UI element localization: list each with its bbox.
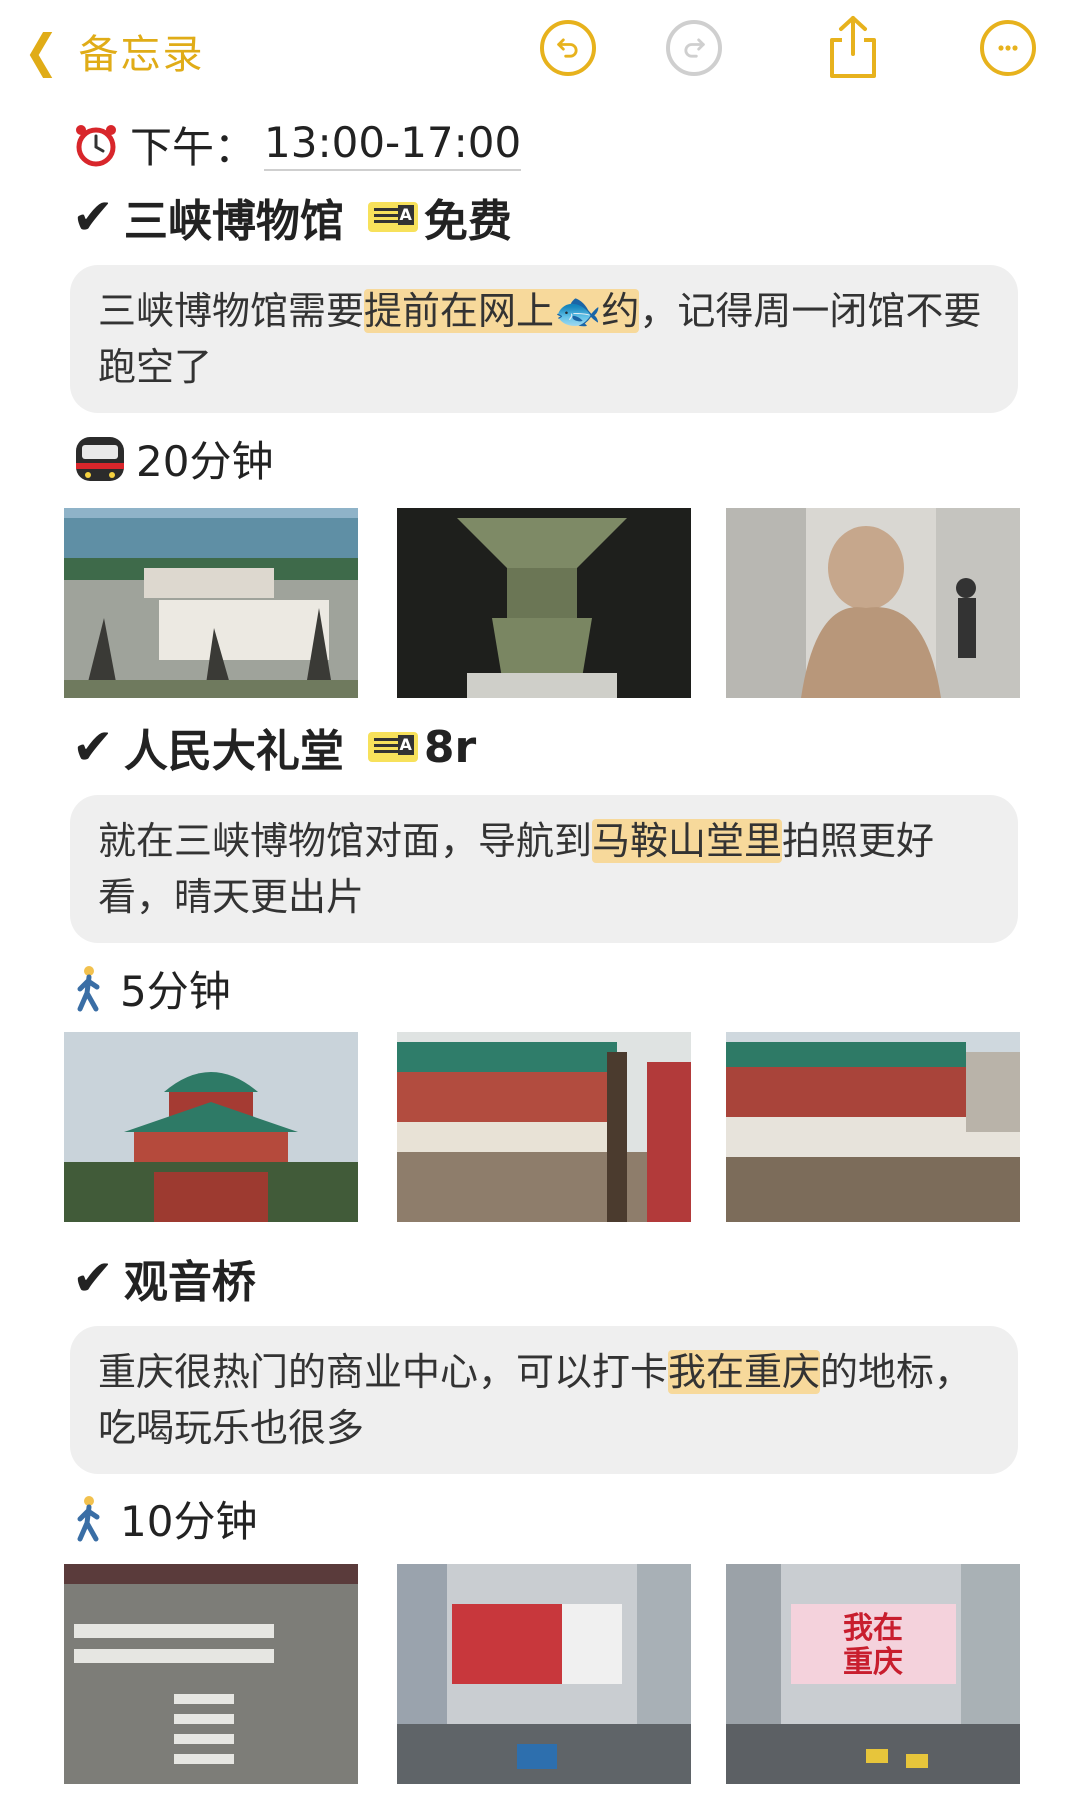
stone-statue-photo[interactable] — [726, 508, 1020, 698]
walking-person-icon — [77, 1495, 100, 1541]
note-card-guanyinqiao: 重庆很热门的商业中心，可以打卡我在重庆的地标，吃喝玩乐也很多 — [70, 1326, 1018, 1474]
more-button[interactable] — [980, 20, 1036, 76]
section-price: 8r — [423, 721, 477, 773]
share-button[interactable] — [824, 14, 882, 80]
travel-time-row: 20分钟 — [72, 428, 273, 489]
nav-bar: ❮ 备忘录 — [0, 0, 1080, 100]
travel-time: 10分钟 — [120, 1497, 258, 1546]
bronze-vessel-photo[interactable] — [397, 508, 691, 698]
hall-closeup-photo[interactable] — [397, 1032, 691, 1222]
section-title: 观音桥 — [123, 1257, 256, 1308]
card-text: 就在三峡博物馆对面，导航到 — [98, 819, 593, 863]
walking-person-icon — [77, 965, 100, 1011]
section-heading-museum: ✔ 三峡博物馆 免费 — [72, 185, 512, 249]
billboard-text-line: 重庆 — [843, 1645, 903, 1680]
note-card-museum: 三峡博物馆需要提前在网上🐟约，记得周一闭馆不要跑空了 — [70, 265, 1018, 413]
travel-time: 20分钟 — [136, 437, 274, 486]
undo-button[interactable] — [540, 20, 596, 76]
note-card-great-hall: 就在三峡博物馆对面，导航到马鞍山堂里拍照更好看，晴天更出片 — [70, 795, 1018, 943]
time-row: 下午： 13:00-17:00 — [72, 114, 522, 175]
travel-time-row: 10分钟 — [72, 1488, 257, 1549]
billboard-text-line: 我在 — [843, 1611, 903, 1646]
more-icon — [998, 45, 1018, 51]
back-button[interactable]: ❮ 备忘录 — [22, 22, 205, 80]
alarm-clock-icon — [76, 124, 116, 166]
museum-exterior-photo[interactable] — [64, 508, 358, 698]
metro-train-icon — [76, 436, 124, 481]
ticket-icon — [367, 202, 418, 232]
card-text: 重庆很热门的商业中心，可以打卡 — [98, 1350, 669, 1394]
checkmark-icon: ✔ — [72, 718, 114, 776]
back-label: 备忘录 — [78, 32, 205, 78]
section-title: 三峡博物馆 — [123, 196, 344, 247]
ticket-icon — [367, 732, 418, 762]
street-billboard-photo[interactable] — [397, 1564, 691, 1784]
section-heading-great-hall: ✔ 人民大礼堂 8r — [72, 715, 476, 779]
plaza-crossing-photo[interactable] — [64, 1564, 358, 1784]
travel-time-row: 5分钟 — [72, 958, 231, 1019]
checkmark-icon: ✔ — [72, 1249, 114, 1307]
card-highlight: 提前在网上🐟约 — [364, 289, 640, 333]
great-hall-photo[interactable] — [64, 1032, 358, 1222]
section-heading-guanyinqiao: ✔ 观音桥 — [72, 1246, 256, 1310]
card-text: 三峡博物馆需要 — [98, 289, 365, 333]
card-highlight: 马鞍山堂里 — [592, 819, 783, 863]
hall-side-photo[interactable] — [726, 1032, 1020, 1222]
section-price: 免费 — [423, 196, 512, 247]
redo-icon — [684, 38, 705, 58]
travel-time: 5分钟 — [120, 967, 231, 1016]
wozai-chongqing-photo[interactable]: 我在 重庆 — [726, 1564, 1020, 1784]
redo-button[interactable] — [666, 20, 722, 76]
share-icon — [830, 16, 876, 78]
time-value[interactable]: 13:00-17:00 — [264, 118, 522, 171]
chevron-left-icon: ❮ — [23, 24, 59, 78]
card-highlight: 我在重庆 — [668, 1350, 821, 1394]
undo-icon — [557, 38, 578, 58]
section-title: 人民大礼堂 — [123, 726, 344, 777]
time-label: 下午： — [130, 123, 257, 172]
checkmark-icon: ✔ — [72, 188, 114, 246]
